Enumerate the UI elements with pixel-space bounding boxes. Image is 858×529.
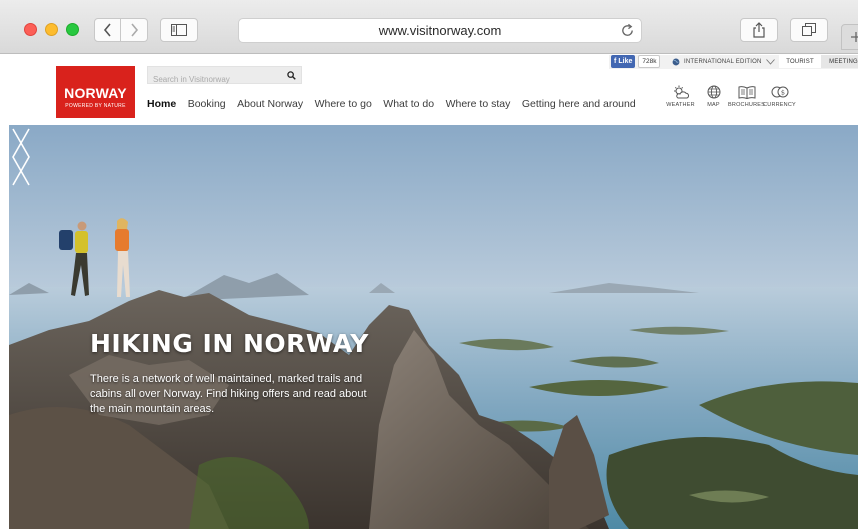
currency-label: CURRENCY [763,102,796,108]
hero-title: HIKING IN NORWAY [90,329,369,358]
weather-link[interactable]: WEATHER [664,85,697,108]
site-search [147,66,302,88]
globe-icon [672,58,680,65]
search-icon [287,70,296,80]
nav-home[interactable]: Home [147,98,176,110]
share-button[interactable] [740,18,778,42]
logo-wordmark: NORWAY [64,85,127,101]
nav-about-norway[interactable]: About Norway [237,98,303,110]
share-icon [753,22,765,38]
tabs-icon [802,23,816,36]
facebook-like-count: 728k [638,55,661,68]
nav-where-to-stay[interactable]: Where to stay [446,98,511,110]
minimize-window-button[interactable] [45,23,58,36]
nav-booking[interactable]: Booking [188,98,226,110]
facebook-like-widget: f Like 728k [611,55,661,68]
chevron-down-icon [765,58,775,65]
map-label: MAP [707,102,720,108]
site-header: NORWAY POWERED BY NATURE Home Booking Ab… [9,55,858,125]
tab-meeting[interactable]: MEETING [821,55,858,68]
address-bar[interactable]: www.visitnorway.com [238,18,642,43]
web-page: NORWAY POWERED BY NATURE Home Booking Ab… [9,55,858,529]
edition-label: INTERNATIONAL EDITION [684,58,762,65]
chevron-left-icon [103,23,111,37]
brochures-label: BROCHURES [728,102,765,108]
svg-text:$: $ [780,89,784,97]
zoom-window-button[interactable] [66,23,79,36]
currency-link[interactable]: $ CURRENCY [763,85,796,108]
facebook-like-button[interactable]: f Like [611,55,636,68]
nav-getting-here[interactable]: Getting here and around [522,98,636,110]
back-button[interactable] [94,18,121,42]
tab-tourist[interactable]: TOURIST [779,55,821,68]
facebook-icon: f [614,58,617,65]
sidebar-toggle-button[interactable] [160,18,198,42]
hero-photo-hikers-on-mountain [9,125,858,529]
map-link[interactable]: MAP [697,85,730,108]
tab-overview-button[interactable] [790,18,828,42]
new-tab-button[interactable] [841,24,858,50]
carousel-next-icon[interactable] [9,125,33,189]
forward-button[interactable] [121,18,148,42]
currency-icon: $ [771,86,788,98]
nav-what-to-do[interactable]: What to do [383,98,434,110]
plus-icon [851,32,858,42]
facebook-like-label: Like [618,58,633,65]
sidebar-icon [171,24,187,36]
close-window-button[interactable] [24,23,37,36]
visitnorway-logo[interactable]: NORWAY POWERED BY NATURE [56,66,135,118]
main-navigation: Home Booking About Norway Where to go Wh… [147,98,647,110]
book-icon [738,85,755,99]
weather-label: WEATHER [666,102,695,108]
logo-tagline: POWERED BY NATURE [65,103,126,109]
brochures-link[interactable]: BROCHURES [728,85,765,108]
utility-links: WEATHER MAP BROCHURES $ CURRENCY [664,85,796,108]
browser-toolbar: www.visitnorway.com [0,0,858,54]
nav-where-to-go[interactable]: Where to go [315,98,372,110]
weather-icon [673,85,689,99]
reload-icon[interactable] [620,23,635,38]
url-text: www.visitnorway.com [378,23,502,38]
edition-selector[interactable]: INTERNATIONAL EDITION [672,55,775,68]
search-button[interactable] [282,67,301,83]
search-input[interactable] [148,71,281,88]
hero-banner[interactable]: HIKING IN NORWAY There is a network of w… [9,125,858,529]
hero-description: There is a network of well maintained, m… [90,373,367,415]
globe-map-icon [707,85,720,99]
chevron-right-icon [131,23,139,37]
